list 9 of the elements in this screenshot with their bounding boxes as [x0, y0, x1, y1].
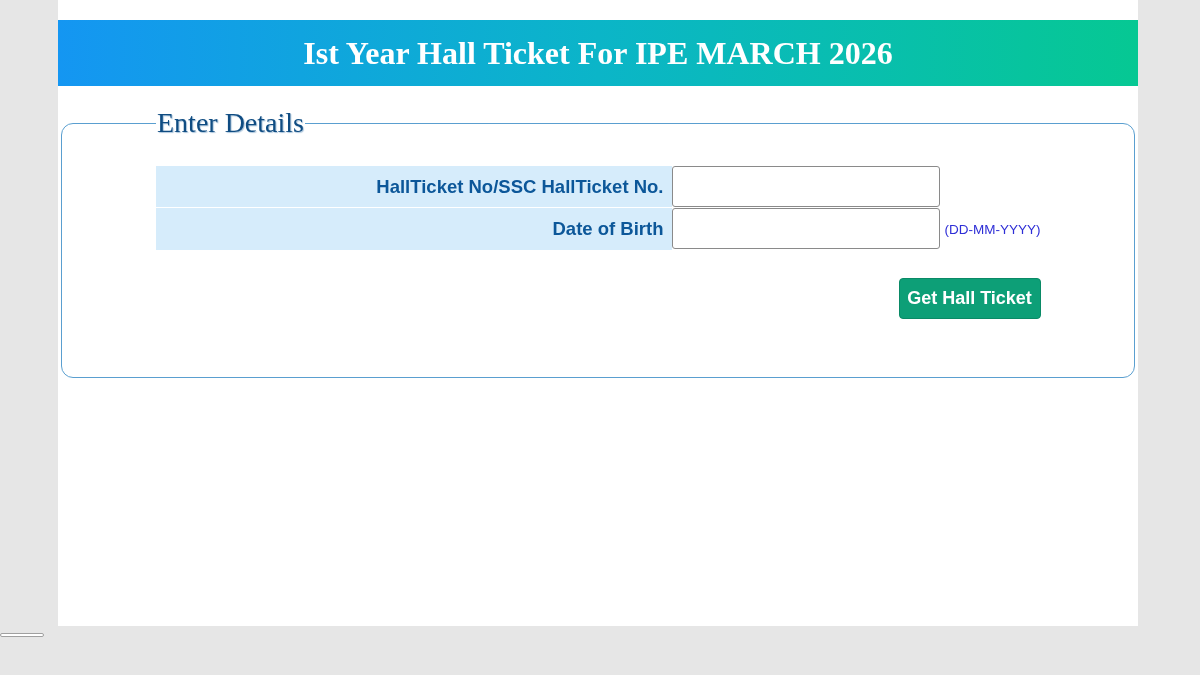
page-title: Ist Year Hall Ticket For IPE MARCH 2026 [303, 34, 893, 72]
field-label: HallTicket No/SSC HallTicket No. [155, 166, 672, 207]
section-legend: Enter Details [156, 108, 305, 138]
get-hall-ticket-button[interactable]: Get Hall Ticket [898, 278, 1041, 319]
field-label: Date of Birth [155, 208, 672, 250]
horizontal-scrollbar[interactable] [0, 633, 44, 637]
input-field[interactable] [671, 166, 940, 207]
format-hint: (DD-MM-YYYY) [944, 221, 1041, 237]
input-field[interactable] [671, 208, 940, 249]
